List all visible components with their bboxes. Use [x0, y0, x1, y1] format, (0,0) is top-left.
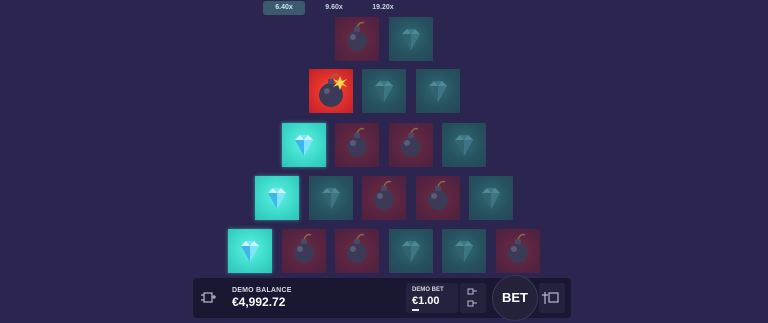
gem-tile[interactable]	[416, 69, 460, 113]
bet-button[interactable]: BET	[492, 275, 538, 321]
diamond-icon	[455, 241, 473, 262]
balance-value: €4,992.72	[232, 295, 286, 309]
bomb-icon	[428, 180, 448, 210]
gem-tile[interactable]	[442, 123, 486, 167]
gem-tile[interactable]	[389, 229, 433, 273]
autoplay-button[interactable]	[539, 283, 565, 313]
bomb-icon	[508, 233, 528, 263]
diamond-icon	[375, 81, 393, 102]
diamond-icon	[322, 188, 340, 209]
gem-tile[interactable]	[442, 229, 486, 273]
exploded-bomb-tile[interactable]	[309, 69, 353, 113]
bomb-tile[interactable]	[362, 176, 406, 220]
bomb-tile[interactable]	[335, 17, 379, 61]
game-board	[0, 0, 768, 280]
revealed-gem-tile[interactable]	[228, 229, 272, 273]
settings-icon[interactable]	[201, 291, 217, 308]
bomb-icon	[319, 73, 347, 107]
diamond-icon	[402, 241, 420, 262]
diamond-icon	[482, 188, 500, 209]
bomb-tile[interactable]	[416, 176, 460, 220]
bomb-icon	[294, 233, 314, 263]
bet-amount-field[interactable]: DEMO BET €1.00	[406, 283, 458, 313]
gem-tile[interactable]	[309, 176, 353, 220]
bomb-tile[interactable]	[335, 229, 379, 273]
diamond-icon	[455, 135, 473, 156]
bet-stepper[interactable]	[460, 283, 486, 313]
diamond-icon	[241, 241, 259, 262]
diamond-icon	[402, 29, 420, 50]
gem-tile[interactable]	[362, 69, 406, 113]
bet-underline	[412, 309, 419, 311]
diamond-icon	[295, 135, 313, 156]
autoplay-icon	[542, 292, 559, 304]
revealed-gem-tile[interactable]	[255, 176, 299, 220]
bomb-icon	[347, 21, 367, 51]
control-bar: DEMO BALANCE €4,992.72 DEMO BET €1.00 BE…	[193, 275, 571, 321]
bomb-tile[interactable]	[335, 123, 379, 167]
bet-adjust-icon	[467, 288, 477, 307]
bomb-icon	[374, 180, 394, 210]
bomb-icon	[401, 127, 421, 157]
bet-value: €1.00	[412, 295, 440, 307]
diamond-icon	[429, 81, 447, 102]
revealed-gem-tile[interactable]	[282, 123, 326, 167]
balance-label: DEMO BALANCE	[232, 287, 292, 294]
bet-label: DEMO BET	[412, 287, 444, 293]
bomb-icon	[347, 233, 367, 263]
gem-tile[interactable]	[389, 17, 433, 61]
bomb-tile[interactable]	[496, 229, 540, 273]
bomb-tile[interactable]	[282, 229, 326, 273]
bomb-tile[interactable]	[389, 123, 433, 167]
gem-tile[interactable]	[469, 176, 513, 220]
diamond-icon	[268, 188, 286, 209]
bomb-icon	[347, 127, 367, 157]
